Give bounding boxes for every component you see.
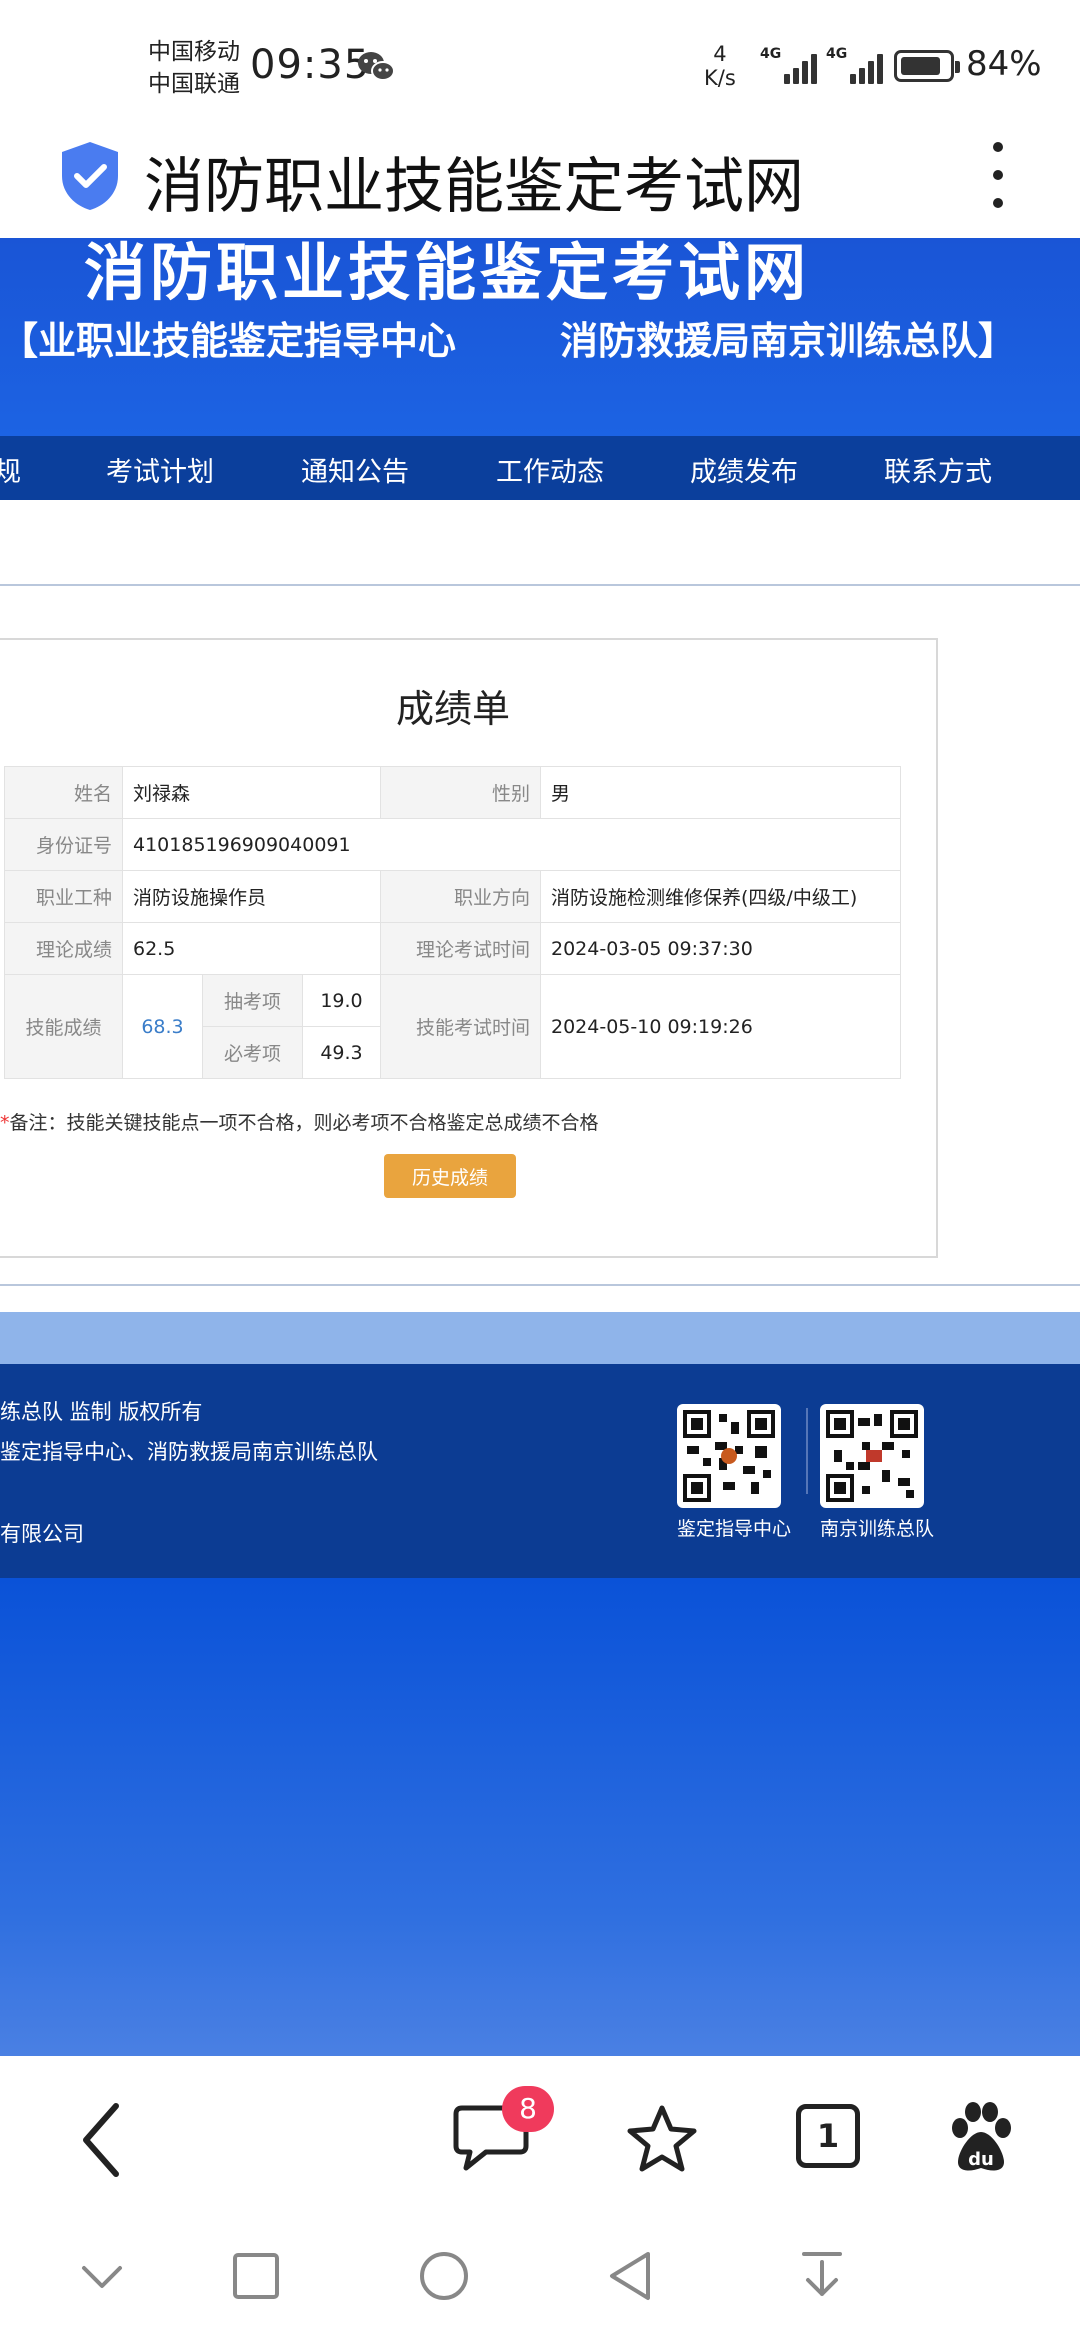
more-menu-icon[interactable] xyxy=(990,142,1006,212)
carrier-names: 中国移动 中国联通 xyxy=(148,36,240,100)
system-nav-bar xyxy=(0,2216,1080,2340)
banner-subtitle-right: 消防救援局南京训练总队】 xyxy=(560,319,1017,363)
back-icon[interactable] xyxy=(76,2100,128,2180)
nav-item-partial[interactable]: 规 xyxy=(0,450,21,489)
job-value: 消防设施操作员 xyxy=(122,870,381,923)
comment-badge: 8 xyxy=(502,2086,554,2132)
notification-pull-icon[interactable] xyxy=(798,2250,846,2302)
theory-label: 理论成绩 xyxy=(4,922,123,975)
star-icon[interactable] xyxy=(624,2102,700,2176)
id-value: 410185196909040091 xyxy=(122,818,901,871)
id-label: 身份证号 xyxy=(4,818,123,871)
direction-value: 消防设施检测维修保养(四级/中级工) xyxy=(540,870,901,923)
direction-label: 职业方向 xyxy=(380,870,541,923)
draw-value: 19.0 xyxy=(302,974,381,1027)
skill-time-label: 技能考试时间 xyxy=(380,974,541,1079)
footer-organizers: 鉴定指导中心、消防救援局南京训练总队 xyxy=(0,1440,378,1464)
gender-value: 男 xyxy=(540,766,901,819)
home-circle-icon[interactable] xyxy=(418,2250,470,2302)
nav-item-results[interactable]: 成绩发布 xyxy=(690,450,798,489)
skill-label: 技能成绩 xyxy=(4,974,123,1079)
site-banner: 消防职业技能鉴定考试网 【业职业技能鉴定指导中心 消防救援局南京训练总队】 xyxy=(0,238,1080,436)
nav-item-notices[interactable]: 通知公告 xyxy=(301,450,409,489)
chevron-down-icon[interactable] xyxy=(80,2262,124,2292)
tabs-icon[interactable]: 1 xyxy=(796,2104,860,2168)
baidu-paw-icon[interactable]: du xyxy=(948,2102,1014,2174)
qr-1-label: 鉴定指导中心 xyxy=(677,1518,792,1540)
status-time: 09:35 xyxy=(250,42,371,88)
battery-icon xyxy=(894,50,960,82)
gender-label: 性别 xyxy=(380,766,541,819)
wechat-icon xyxy=(358,52,395,81)
theory-time-value: 2024-03-05 09:37:30 xyxy=(540,922,901,975)
page-background xyxy=(0,1578,1080,2056)
table-row: 身份证号 410185196909040091 xyxy=(4,818,901,871)
nav-item-work-news[interactable]: 工作动态 xyxy=(496,450,604,489)
page-title: 消防职业技能鉴定考试网 xyxy=(144,152,804,222)
network-speed: 4 K/s xyxy=(704,42,736,90)
signal-1-icon: 4G xyxy=(760,46,822,84)
theory-time-label: 理论考试时间 xyxy=(380,922,541,975)
footer-copyright: 练总队 监制 版权所有 xyxy=(0,1400,203,1424)
back-triangle-icon[interactable] xyxy=(606,2250,654,2302)
signal-2-icon: 4G xyxy=(826,46,888,84)
skill-value: 68.3 xyxy=(122,974,203,1079)
theory-value: 62.5 xyxy=(122,922,381,975)
divider xyxy=(806,1408,808,1494)
name-label: 姓名 xyxy=(4,766,123,819)
recents-square-icon[interactable] xyxy=(232,2252,280,2300)
table-row: 技能成绩 68.3 抽考项 19.0 技能考试时间 2024-05-10 09:… xyxy=(4,974,901,1079)
divider xyxy=(0,584,1080,586)
required-value: 49.3 xyxy=(302,1026,381,1079)
history-scores-button[interactable]: 历史成绩 xyxy=(384,1154,516,1198)
nav-item-exam-plan[interactable]: 考试计划 xyxy=(106,450,214,489)
required-label: 必考项 xyxy=(202,1026,303,1079)
job-label: 职业工种 xyxy=(4,870,123,923)
table-row: 职业工种 消防设施操作员 职业方向 消防设施检测维修保养(四级/中级工) xyxy=(4,870,901,923)
remark-note: *备注：技能关键技能点一项不合格，则必考项不合格鉴定总成绩不合格 xyxy=(0,1112,599,1134)
svg-text:du: du xyxy=(968,2149,994,2170)
qr-2-label: 南京训练总队 xyxy=(820,1518,935,1540)
draw-label: 抽考项 xyxy=(202,974,303,1027)
nav-item-contact[interactable]: 联系方式 xyxy=(884,450,992,489)
footer-strip xyxy=(0,1312,1080,1364)
carrier-1: 中国移动 xyxy=(148,39,240,65)
qr-code-icon xyxy=(820,1404,924,1508)
table-row: 姓名 刘禄森 性别 男 xyxy=(4,766,901,819)
status-bar: 中国移动 中国联通 09:35 4 K/s 4G 4G 84% xyxy=(0,0,1080,130)
score-table: 姓名 刘禄森 性别 男 身份证号 410185196909040091 职业工种… xyxy=(4,766,901,1079)
site-footer: 练总队 监制 版权所有 鉴定指导中心、消防救援局南京训练总队 有限公司 鉴定指导… xyxy=(0,1364,1080,1578)
score-sheet-card: 成绩单 姓名 刘禄森 性别 男 身份证号 410185196909040091 … xyxy=(0,638,938,1258)
browser-bottom-bar: 8 1 du xyxy=(0,2056,1080,2216)
divider xyxy=(0,1284,1080,1286)
banner-title: 消防职业技能鉴定考试网 xyxy=(84,238,811,309)
carrier-2: 中国联通 xyxy=(148,71,240,97)
qr-code-icon xyxy=(677,1404,781,1508)
table-row: 理论成绩 62.5 理论考试时间 2024-03-05 09:37:30 xyxy=(4,922,901,975)
score-sheet-title: 成绩单 xyxy=(395,687,510,731)
battery-percent: 84% xyxy=(966,44,1042,84)
browser-title-bar: 消防职业技能鉴定考试网 xyxy=(0,130,1080,238)
name-value: 刘禄森 xyxy=(122,766,381,819)
footer-company: 有限公司 xyxy=(0,1522,84,1546)
skill-time-value: 2024-05-10 09:19:26 xyxy=(540,974,901,1079)
site-nav: 规 考试计划 通知公告 工作动态 成绩发布 联系方式 xyxy=(0,436,1080,500)
shield-check-icon xyxy=(62,142,118,210)
banner-subtitle-left: 【业职业技能鉴定指导中心 xyxy=(0,319,457,363)
